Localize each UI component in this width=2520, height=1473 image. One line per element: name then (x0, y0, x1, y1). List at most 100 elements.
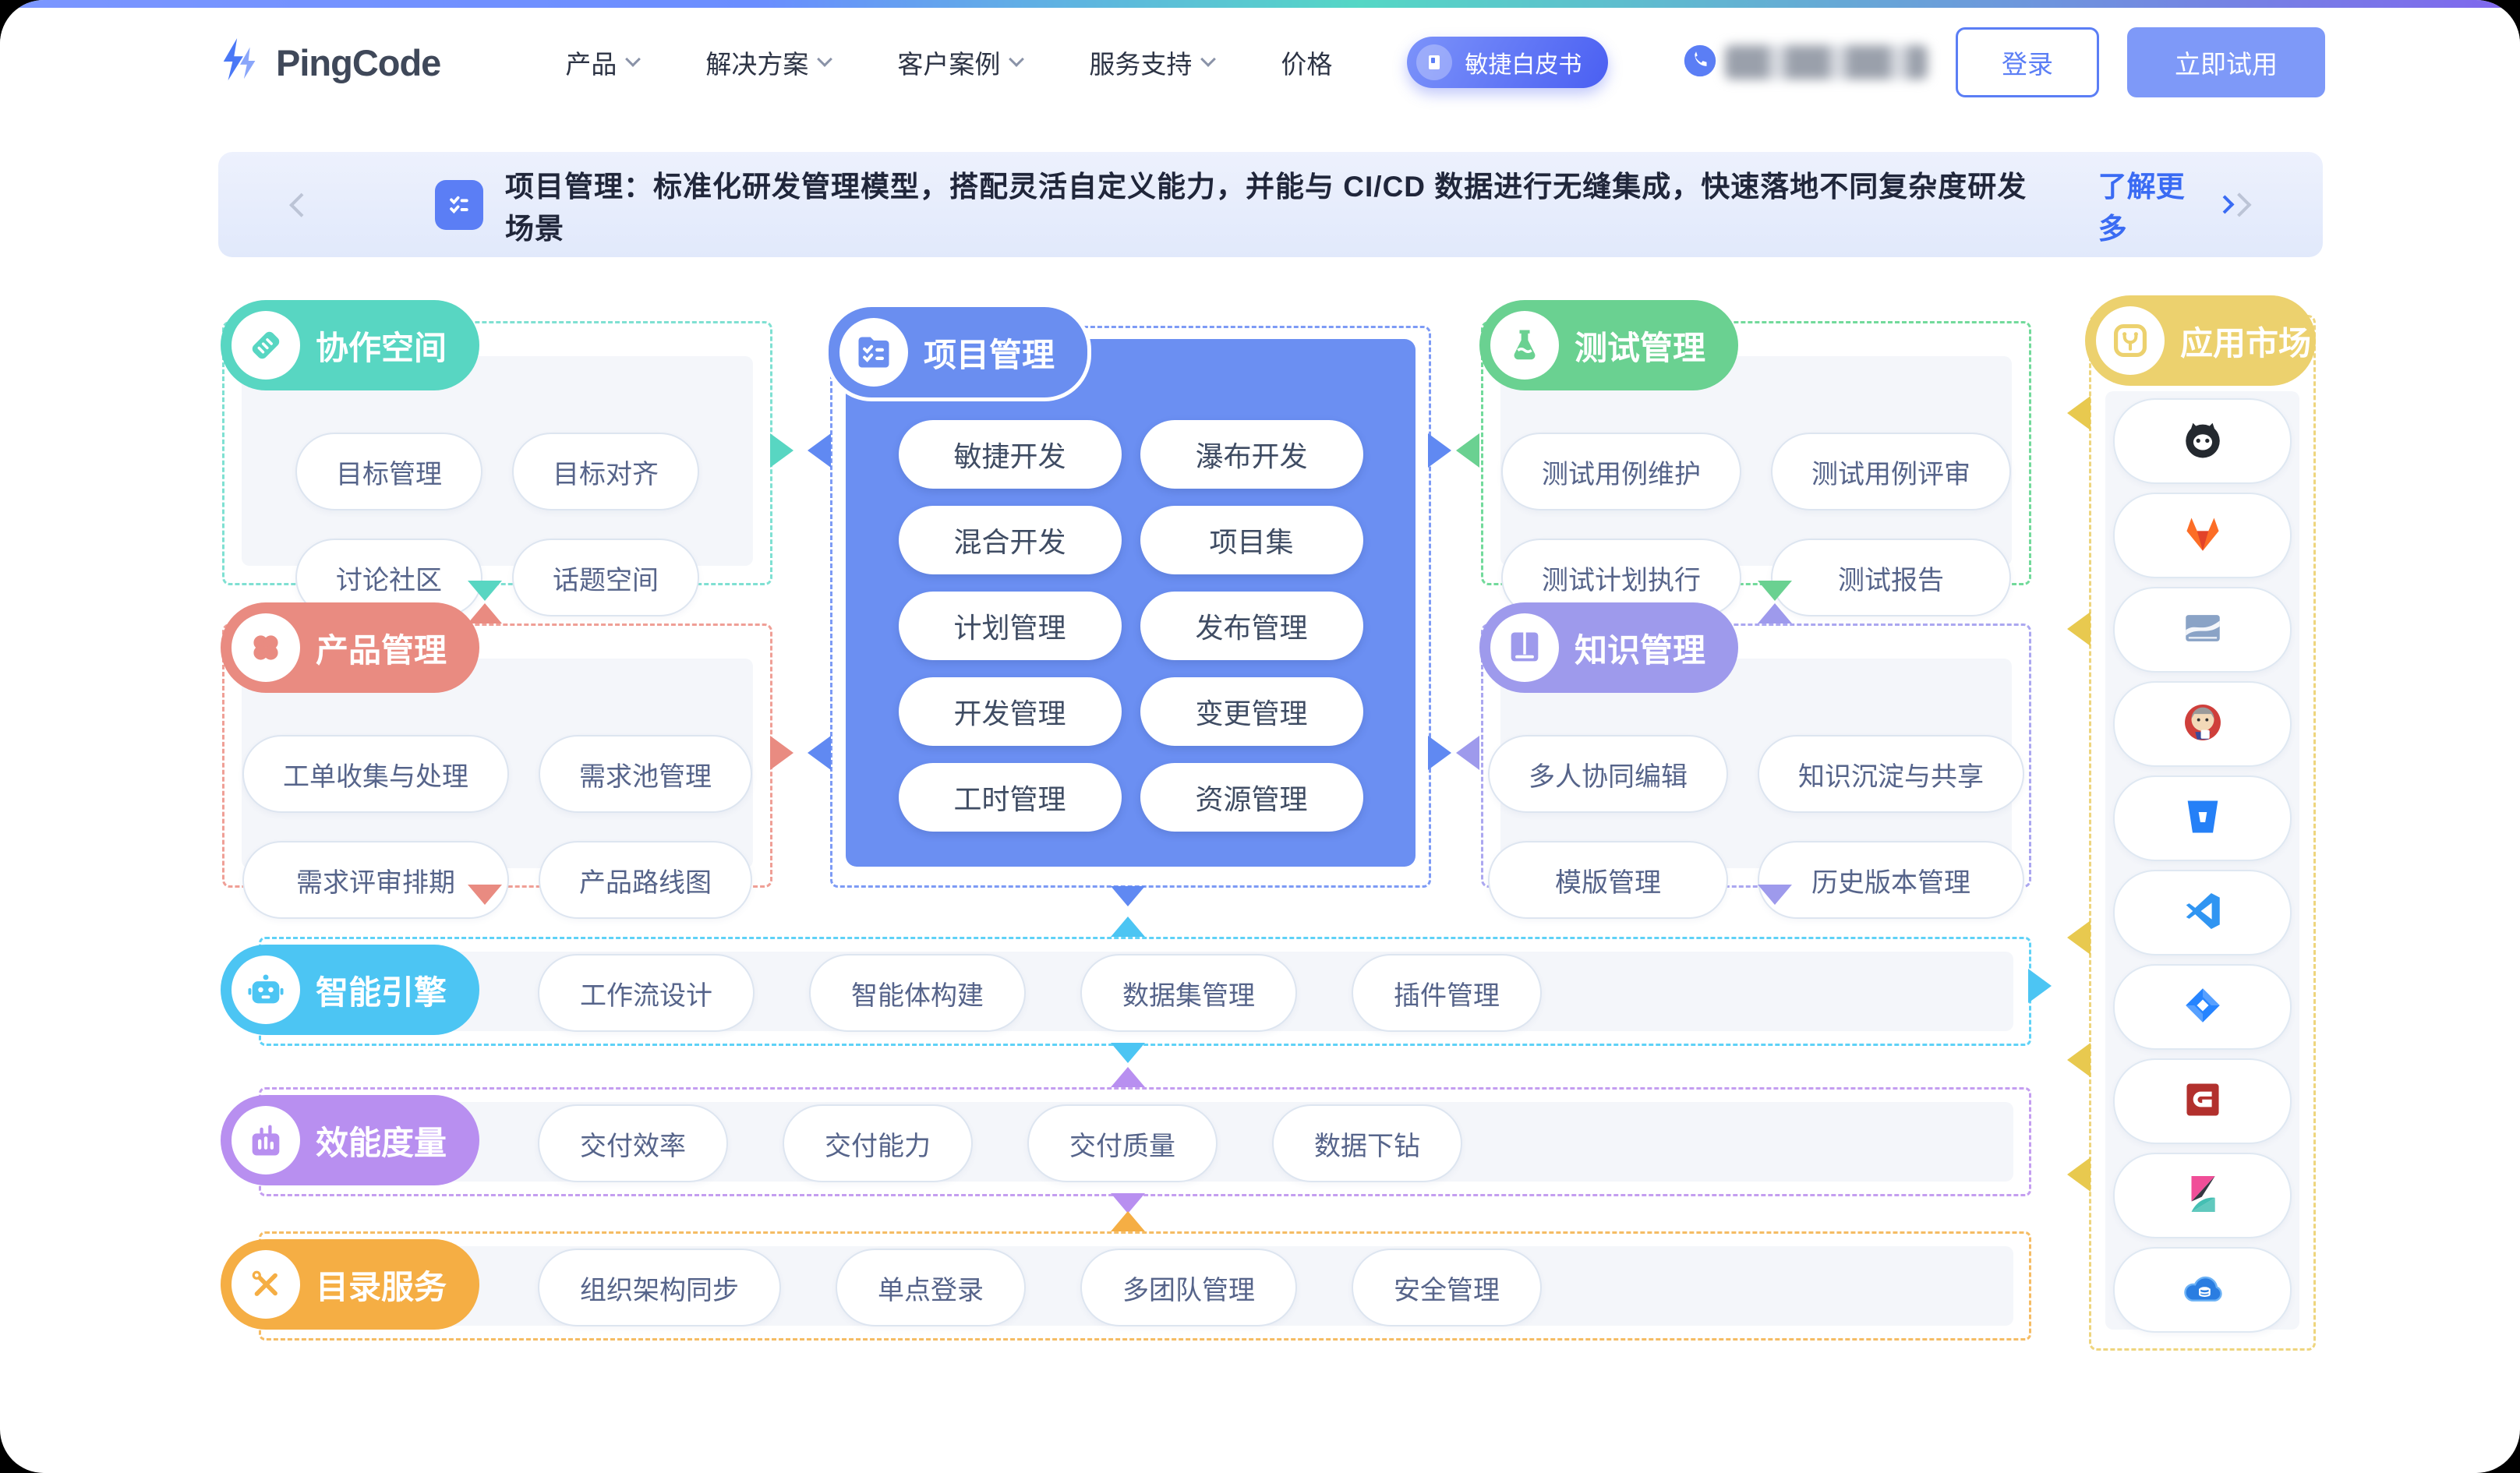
handshake-icon (232, 311, 300, 380)
top-gradient-bar (0, 0, 2520, 8)
feature-pill[interactable]: 瀑布开发 (1140, 420, 1363, 489)
feature-pill[interactable]: 插件管理 (1352, 954, 1542, 1032)
connector-arrow (770, 433, 793, 468)
nav-item-products[interactable]: 产品 (565, 44, 638, 81)
section-header-metrics: 效能度量 (221, 1095, 479, 1185)
trial-button[interactable]: 立即试用 (2127, 27, 2325, 97)
feature-pill[interactable]: 多人协同编辑 (1488, 735, 1728, 813)
feature-pill[interactable]: 多团队管理 (1080, 1249, 1297, 1326)
feature-pill[interactable]: 组织架构同步 (538, 1249, 781, 1326)
feature-pill[interactable]: 模版管理 (1488, 841, 1728, 919)
feature-pill[interactable]: 安全管理 (1352, 1249, 1542, 1326)
gitee-icon (2180, 1077, 2225, 1126)
phone-number-blurred (1725, 45, 1928, 79)
cloud-icon (2180, 1266, 2225, 1315)
feature-pill[interactable]: 开发管理 (899, 677, 1122, 746)
subversion-icon (2180, 606, 2225, 655)
chevron-down-icon (625, 51, 641, 67)
section-knowledge: 知识管理 多人协同编辑 知识沉淀与共享 模版管理 历史版本管理 (1481, 623, 2031, 888)
feature-pill[interactable]: 交付质量 (1027, 1104, 1218, 1182)
feature-pill[interactable]: 单点登录 (836, 1249, 1026, 1326)
jira-icon (2180, 983, 2225, 1032)
feature-pill[interactable]: 交付能力 (783, 1104, 973, 1182)
app-bitbucket[interactable] (2113, 775, 2292, 861)
book-icon (1490, 613, 1559, 682)
connector-arrow (808, 736, 831, 770)
app-kibana[interactable] (2113, 1153, 2292, 1238)
book-icon (1416, 44, 1452, 80)
chevron-down-icon (817, 51, 832, 67)
app-github[interactable] (2113, 398, 2292, 484)
app-gitee[interactable] (2113, 1058, 2292, 1144)
feature-pill[interactable]: 知识沉淀与共享 (1758, 735, 2024, 813)
feature-pill[interactable]: 工作流设计 (538, 954, 755, 1032)
banner-learn-more-link[interactable]: 了解更多 (2098, 163, 2232, 247)
pingcode-logo-icon (217, 37, 265, 89)
announcement-banner: 项目管理：标准化研发管理模型，搭配灵活自定义能力，并能与 CI/CD 数据进行无… (218, 152, 2323, 257)
connector-arrow (2067, 612, 2091, 646)
phone-contact (1683, 44, 1928, 82)
feature-pill[interactable]: 测试报告 (1771, 539, 2011, 616)
feature-pill[interactable]: 历史版本管理 (1758, 841, 2024, 919)
feature-pill[interactable]: 交付效率 (538, 1104, 728, 1182)
connector-arrow (1758, 885, 1792, 905)
nav-item-pricing[interactable]: 价格 (1281, 44, 1332, 81)
section-directory: 目录服务 组织架构同步 单点登录 多团队管理 安全管理 (259, 1231, 2031, 1341)
app-gitlab[interactable] (2113, 493, 2292, 578)
feature-pill[interactable]: 计划管理 (899, 592, 1122, 660)
connector-arrow (1111, 1043, 1145, 1063)
feature-pill[interactable]: 工单收集与处理 (242, 735, 509, 813)
feature-pill[interactable]: 需求池管理 (539, 735, 752, 813)
feature-pill[interactable]: 发布管理 (1140, 592, 1363, 660)
flask-icon (1490, 311, 1559, 380)
login-button[interactable]: 登录 (1956, 27, 2099, 97)
banner-next-icon[interactable] (2228, 193, 2252, 217)
nav-item-support[interactable]: 服务支持 (1089, 44, 1214, 81)
app-cloud[interactable] (2113, 1247, 2292, 1333)
feature-pill[interactable]: 变更管理 (1140, 677, 1363, 746)
connector-arrow (468, 581, 502, 601)
bar-chart-icon (232, 1106, 300, 1175)
app-vscode[interactable] (2113, 870, 2292, 956)
app-jira[interactable] (2113, 964, 2292, 1050)
section-project: 项目管理 敏捷开发 瀑布开发 混合开发 项目集 计划管理 发布管理 开发管理 变… (830, 326, 1431, 888)
feature-pill[interactable]: 工时管理 (899, 763, 1122, 832)
section-header-ai-engine: 智能引擎 (221, 945, 479, 1035)
github-icon (2180, 417, 2225, 466)
feature-pill[interactable]: 测试用例维护 (1501, 433, 1741, 510)
whitepaper-button[interactable]: 敏捷白皮书 (1407, 37, 1608, 88)
feature-pill[interactable]: 混合开发 (899, 506, 1122, 574)
feature-pill[interactable]: 数据下钻 (1272, 1104, 1462, 1182)
feature-pill[interactable]: 话题空间 (512, 539, 699, 616)
section-header-project: 项目管理 (825, 303, 1091, 401)
app-jenkins[interactable] (2113, 681, 2292, 767)
feature-pill[interactable]: 目标管理 (295, 433, 482, 510)
app-subversion[interactable] (2113, 587, 2292, 673)
nav-item-solutions[interactable]: 解决方案 (705, 44, 830, 81)
feature-pill[interactable]: 数据集管理 (1080, 954, 1297, 1032)
feature-pill[interactable]: 敏捷开发 (899, 420, 1122, 489)
jenkins-icon (2180, 700, 2225, 749)
connector-arrow (2067, 1157, 2091, 1192)
logo-text: PingCode (276, 41, 440, 84)
banner-prev-icon[interactable] (289, 193, 313, 217)
feature-pill[interactable]: 需求评审排期 (242, 841, 509, 919)
section-marketplace: 应用市场 (2089, 315, 2316, 1351)
top-navigation: PingCode 产品 解决方案 客户案例 服务支持 价格 敏捷白皮书 登录 立… (0, 8, 2520, 117)
feature-pill[interactable]: 产品路线图 (539, 841, 752, 919)
connector-arrow (2067, 396, 2091, 430)
nav-item-cases[interactable]: 客户案例 (897, 44, 1022, 81)
gitlab-icon (2180, 511, 2225, 560)
feature-pill[interactable]: 目标对齐 (512, 433, 699, 510)
phone-icon (1683, 44, 1717, 82)
bitbucket-icon (2180, 794, 2225, 843)
feature-pill[interactable]: 测试用例评审 (1771, 433, 2011, 510)
feature-pill[interactable]: 项目集 (1140, 506, 1363, 574)
pingcode-logo[interactable]: PingCode (217, 37, 440, 89)
section-header-marketplace: 应用市场 (2085, 295, 2316, 386)
section-header-knowledge: 知识管理 (1479, 602, 1738, 693)
connector-arrow (1111, 1211, 1145, 1231)
feature-pill[interactable]: 资源管理 (1140, 763, 1363, 832)
connector-arrow (1111, 886, 1145, 906)
feature-pill[interactable]: 智能体构建 (809, 954, 1026, 1032)
